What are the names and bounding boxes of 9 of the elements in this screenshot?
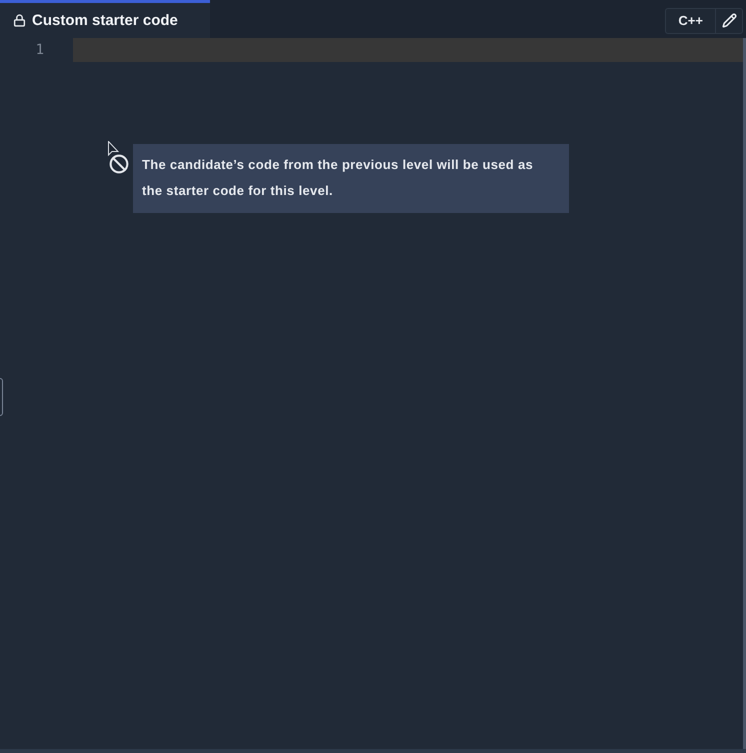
edit-button[interactable] (715, 8, 743, 34)
pencil-icon (722, 13, 736, 28)
tooltip: The candidate’s code from the previous level will be used as the starter code for this level. (133, 144, 569, 213)
language-button[interactable]: C++ (665, 8, 715, 34)
pointer-icon (108, 141, 119, 157)
not-allowed-icon (109, 154, 129, 174)
tab-label: Custom starter code (32, 12, 178, 29)
editor-tab[interactable]: Custom starter code (0, 0, 210, 38)
line-number: 1 (34, 41, 45, 60)
